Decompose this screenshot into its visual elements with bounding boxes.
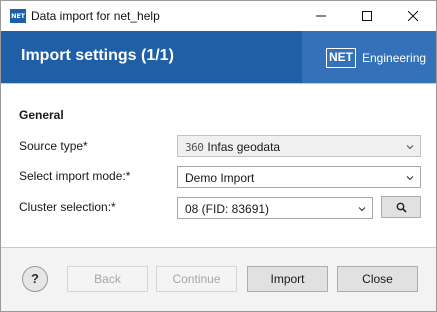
source-type-value: 360 Infas geodata — [185, 140, 280, 154]
dialog-header: Import settings (1/1) NET Engineering — [1, 31, 436, 83]
header-divider — [1, 83, 436, 84]
import-mode-label: Select import mode:* — [19, 169, 131, 183]
cluster-search-button[interactable] — [381, 196, 421, 218]
minimize-icon — [316, 15, 326, 17]
close-window-button[interactable] — [390, 1, 436, 31]
title-bar[interactable]: NET Data import for net_help — [1, 1, 436, 31]
source-type-select[interactable]: 360 Infas geodata — [177, 135, 421, 157]
chevron-down-icon — [406, 145, 414, 150]
minimize-button[interactable] — [298, 1, 344, 31]
window-title: Data import for net_help — [31, 9, 160, 23]
help-button[interactable]: ? — [22, 266, 48, 292]
source-type-text: Infas geodata — [207, 140, 281, 154]
import-dialog: NET Data import for net_help Import sett… — [0, 0, 437, 312]
app-icon: NET — [10, 9, 26, 23]
source-type-label: Source type* — [19, 139, 88, 153]
brand-panel: NET Engineering — [302, 31, 436, 83]
close-button[interactable]: Close — [337, 266, 418, 292]
back-button[interactable]: Back — [67, 266, 148, 292]
page-title: Import settings (1/1) — [21, 47, 174, 64]
cluster-value: 08 (FID: 83691) — [185, 202, 270, 216]
cluster-select[interactable]: 08 (FID: 83691) — [177, 197, 373, 219]
maximize-icon — [362, 11, 372, 21]
search-icon — [396, 202, 407, 213]
cluster-selection-label: Cluster selection:* — [19, 200, 116, 214]
net-logo: NET — [326, 48, 356, 68]
import-mode-select[interactable]: Demo Import — [177, 166, 421, 188]
close-icon — [408, 11, 418, 21]
chevron-down-icon — [358, 207, 366, 212]
import-button[interactable]: Import — [247, 266, 328, 292]
chevron-down-icon — [406, 176, 414, 181]
import-mode-value: Demo Import — [185, 171, 255, 185]
maximize-button[interactable] — [344, 1, 390, 31]
brand-name: Engineering — [362, 51, 427, 65]
continue-button[interactable]: Continue — [156, 266, 237, 292]
360-icon: 360 — [185, 141, 204, 154]
section-title-general: General — [19, 108, 64, 122]
